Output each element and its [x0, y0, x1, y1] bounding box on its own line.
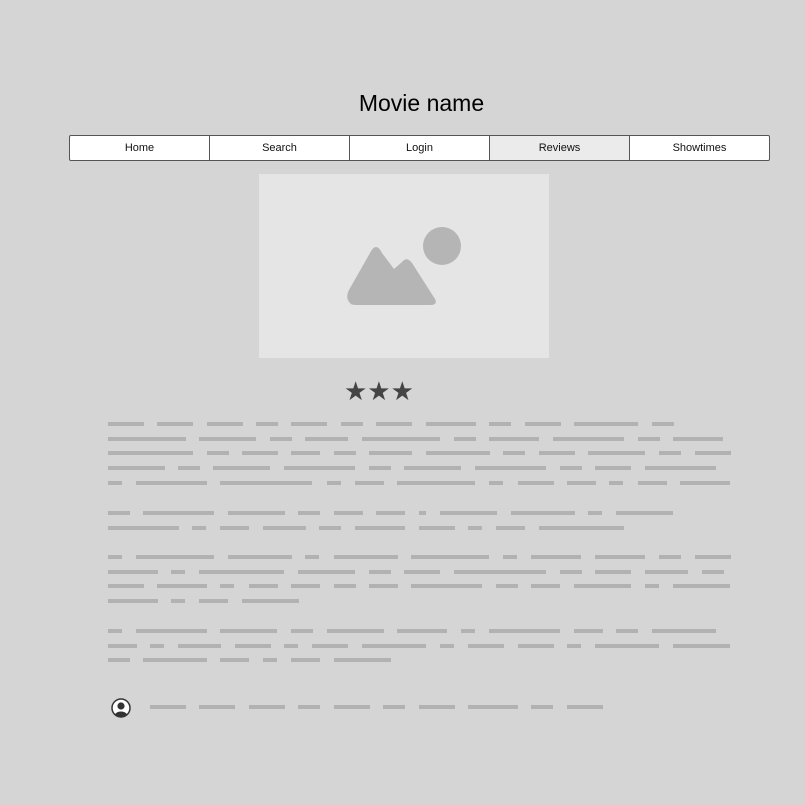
user-avatar-icon[interactable]	[111, 698, 131, 718]
review-text-placeholder	[108, 422, 731, 709]
